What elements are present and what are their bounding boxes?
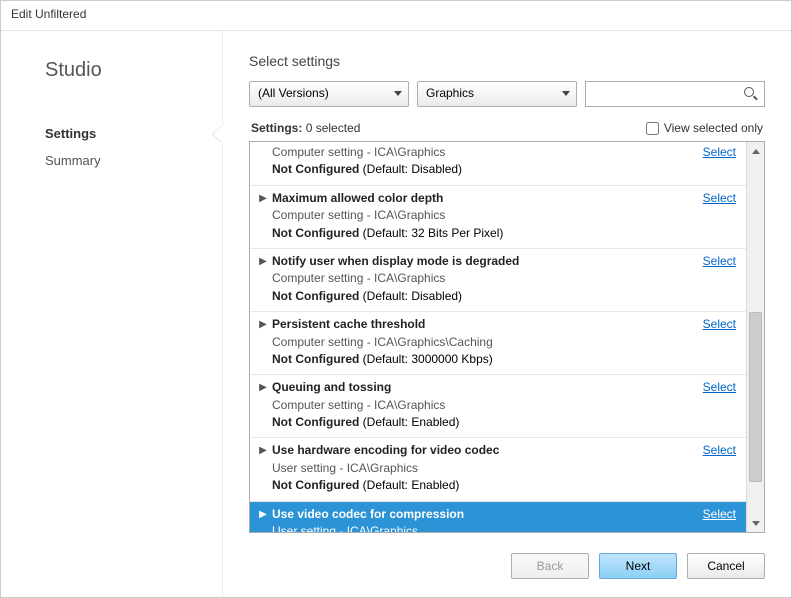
expand-icon[interactable]: ▶ bbox=[254, 316, 272, 368]
setting-title: Persistent cache threshold bbox=[272, 316, 692, 333]
select-link[interactable]: Select bbox=[703, 507, 736, 521]
setting-status: Not Configured (Default: Disabled) bbox=[272, 288, 692, 305]
scroll-down-icon[interactable] bbox=[747, 160, 764, 178]
select-cell: Select bbox=[692, 316, 736, 368]
sidebar: Studio SettingsSummary bbox=[1, 31, 223, 597]
setting-status: Not Configured (Default: 32 Bits Per Pix… bbox=[272, 225, 692, 242]
cancel-button[interactable]: Cancel bbox=[687, 553, 765, 579]
setting-body: Computer setting - ICA\GraphicsNot Confi… bbox=[272, 144, 692, 179]
scroll-thumb[interactable] bbox=[749, 312, 762, 482]
setting-row[interactable]: ▶Queuing and tossingComputer setting - I… bbox=[250, 375, 746, 438]
setting-status: Not Configured (Default: Enabled) bbox=[272, 477, 692, 494]
setting-title: Use video codec for compression bbox=[272, 506, 692, 523]
select-link[interactable]: Select bbox=[703, 191, 736, 205]
setting-status: Not Configured (Default: Disabled) bbox=[272, 161, 692, 178]
wizard-buttons: Back Next Cancel bbox=[249, 553, 765, 579]
search-input[interactable] bbox=[586, 82, 738, 106]
settings-list-container: ▶Computer setting - ICA\GraphicsNot Conf… bbox=[249, 141, 765, 533]
view-selected-checkbox[interactable] bbox=[646, 122, 659, 135]
chevron-down-icon bbox=[562, 91, 570, 96]
next-button[interactable]: Next bbox=[599, 553, 677, 579]
setting-status: Not Configured (Default: Enabled) bbox=[272, 414, 692, 431]
view-selected-toggle[interactable]: View selected only bbox=[646, 121, 763, 135]
setting-path: User setting - ICA\Graphics bbox=[272, 523, 692, 532]
back-button[interactable]: Back bbox=[511, 553, 589, 579]
setting-body: Use video codec for compressionUser sett… bbox=[272, 506, 692, 532]
version-select-value: (All Versions) bbox=[258, 86, 329, 100]
setting-path: Computer setting - ICA\Graphics bbox=[272, 144, 692, 161]
expand-icon[interactable]: ▶ bbox=[254, 442, 272, 494]
select-link[interactable]: Select bbox=[703, 145, 736, 159]
status-row: Settings: 0 selected View selected only bbox=[249, 119, 765, 137]
select-cell: Select bbox=[692, 253, 736, 305]
selection-count: Settings: 0 selected bbox=[251, 121, 360, 135]
select-cell: Select bbox=[692, 442, 736, 494]
setting-title: Queuing and tossing bbox=[272, 379, 692, 396]
view-selected-label: View selected only bbox=[664, 121, 763, 135]
select-link[interactable]: Select bbox=[703, 380, 736, 394]
setting-row[interactable]: ▶Computer setting - ICA\GraphicsNot Conf… bbox=[250, 142, 746, 186]
search-box bbox=[585, 81, 765, 107]
setting-body: Use hardware encoding for video codecUse… bbox=[272, 442, 692, 494]
setting-row[interactable]: ▶Use hardware encoding for video codecUs… bbox=[250, 438, 746, 501]
setting-body: Queuing and tossingComputer setting - IC… bbox=[272, 379, 692, 431]
setting-path: Computer setting - ICA\Graphics bbox=[272, 207, 692, 224]
setting-row[interactable]: ▶Notify user when display mode is degrad… bbox=[250, 249, 746, 312]
setting-title: Maximum allowed color depth bbox=[272, 190, 692, 207]
expand-icon[interactable]: ▶ bbox=[254, 379, 272, 431]
select-cell: Select bbox=[692, 379, 736, 431]
search-icon[interactable] bbox=[744, 87, 758, 101]
scroll-up-icon[interactable] bbox=[747, 142, 764, 160]
setting-row[interactable]: ▶Maximum allowed color depthComputer set… bbox=[250, 186, 746, 249]
category-select[interactable]: Graphics bbox=[417, 81, 577, 107]
app-name: Studio bbox=[45, 59, 222, 82]
setting-title: Notify user when display mode is degrade… bbox=[272, 253, 692, 270]
setting-row[interactable]: ▶Persistent cache thresholdComputer sett… bbox=[250, 312, 746, 375]
filter-bar: (All Versions) Graphics bbox=[249, 81, 765, 107]
page-heading: Select settings bbox=[249, 53, 765, 69]
setting-status: Not Configured (Default: 3000000 Kbps) bbox=[272, 351, 692, 368]
select-cell: Select bbox=[692, 506, 736, 532]
select-link[interactable]: Select bbox=[703, 443, 736, 457]
sidebar-item-settings[interactable]: Settings bbox=[45, 120, 222, 147]
setting-path: Computer setting - ICA\Graphics\Caching bbox=[272, 334, 692, 351]
main-panel: Select settings (All Versions) Graphics … bbox=[223, 31, 791, 597]
select-cell: Select bbox=[692, 144, 736, 179]
select-link[interactable]: Select bbox=[703, 317, 736, 331]
window-title: Edit Unfiltered bbox=[1, 1, 791, 31]
setting-body: Notify user when display mode is degrade… bbox=[272, 253, 692, 305]
setting-body: Maximum allowed color depthComputer sett… bbox=[272, 190, 692, 242]
setting-path: Computer setting - ICA\Graphics bbox=[272, 270, 692, 287]
setting-row[interactable]: ▶Use video codec for compressionUser set… bbox=[250, 502, 746, 532]
select-link[interactable]: Select bbox=[703, 254, 736, 268]
select-cell: Select bbox=[692, 190, 736, 242]
expand-icon[interactable]: ▶ bbox=[254, 190, 272, 242]
content: Studio SettingsSummary Select settings (… bbox=[1, 31, 791, 597]
setting-body: Persistent cache thresholdComputer setti… bbox=[272, 316, 692, 368]
sidebar-item-summary[interactable]: Summary bbox=[45, 147, 222, 174]
nav-list: SettingsSummary bbox=[45, 120, 222, 174]
chevron-down-icon bbox=[394, 91, 402, 96]
setting-path: Computer setting - ICA\Graphics bbox=[272, 397, 692, 414]
setting-title: Use hardware encoding for video codec bbox=[272, 442, 692, 459]
setting-path: User setting - ICA\Graphics bbox=[272, 460, 692, 477]
category-select-value: Graphics bbox=[426, 86, 474, 100]
version-select[interactable]: (All Versions) bbox=[249, 81, 409, 107]
settings-list: ▶Computer setting - ICA\GraphicsNot Conf… bbox=[250, 142, 746, 532]
expand-icon[interactable]: ▶ bbox=[254, 253, 272, 305]
scrollbar[interactable] bbox=[746, 142, 764, 532]
expand-icon[interactable]: ▶ bbox=[254, 506, 272, 532]
